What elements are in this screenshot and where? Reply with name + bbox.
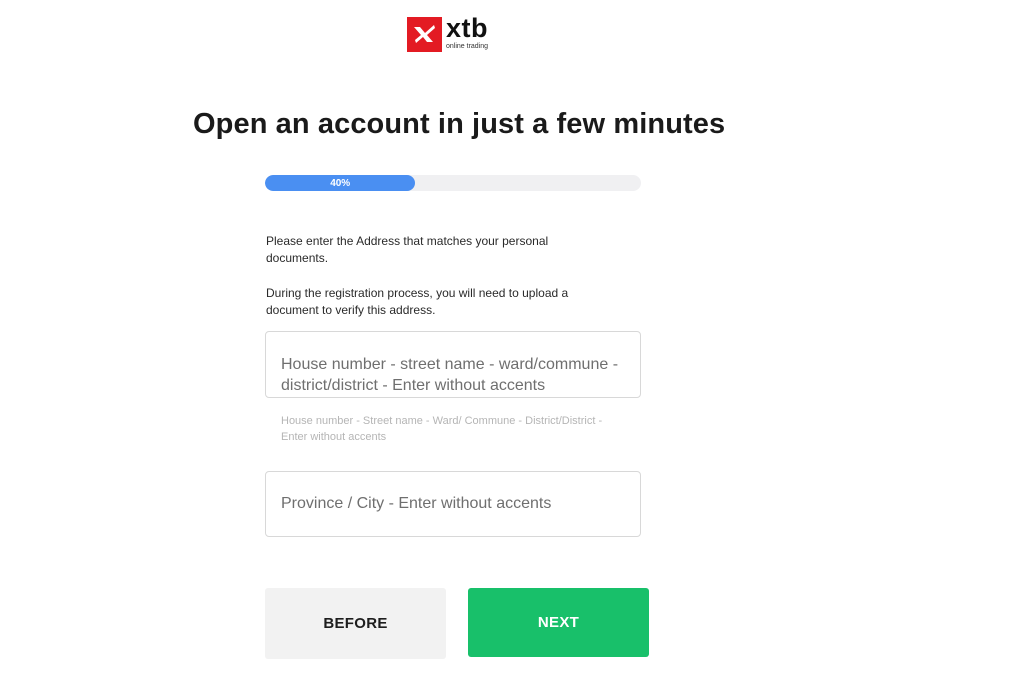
xtb-logo-text: xtb online trading	[446, 15, 489, 51]
address-input[interactable]	[266, 332, 640, 397]
progress-bar-fill: 40%	[265, 175, 416, 191]
progress-label: 40%	[330, 177, 351, 189]
address-field-container	[265, 331, 641, 398]
progress-bar: 40%	[265, 175, 641, 191]
brand-name: xtb	[446, 13, 488, 43]
instructions: Please enter the Address that matches yo…	[266, 233, 611, 337]
city-field-container	[265, 471, 641, 537]
city-input[interactable]	[266, 472, 640, 536]
instructions-address-text: Please enter the Address that matches yo…	[266, 234, 549, 265]
next-button[interactable]: NEXT	[468, 588, 649, 657]
xtb-logo[interactable]: xtb online trading	[407, 15, 489, 52]
address-helper-text: House number - Street name - Ward/ Commu…	[281, 415, 603, 443]
xtb-logo-mark-icon	[407, 17, 442, 52]
page-title: Open an account in just a few minutes	[193, 108, 726, 140]
brand-tagline: online trading	[446, 43, 489, 50]
instructions-upload-text: During the registration process, you wil…	[266, 286, 569, 317]
before-button[interactable]: BEFORE	[265, 588, 446, 659]
